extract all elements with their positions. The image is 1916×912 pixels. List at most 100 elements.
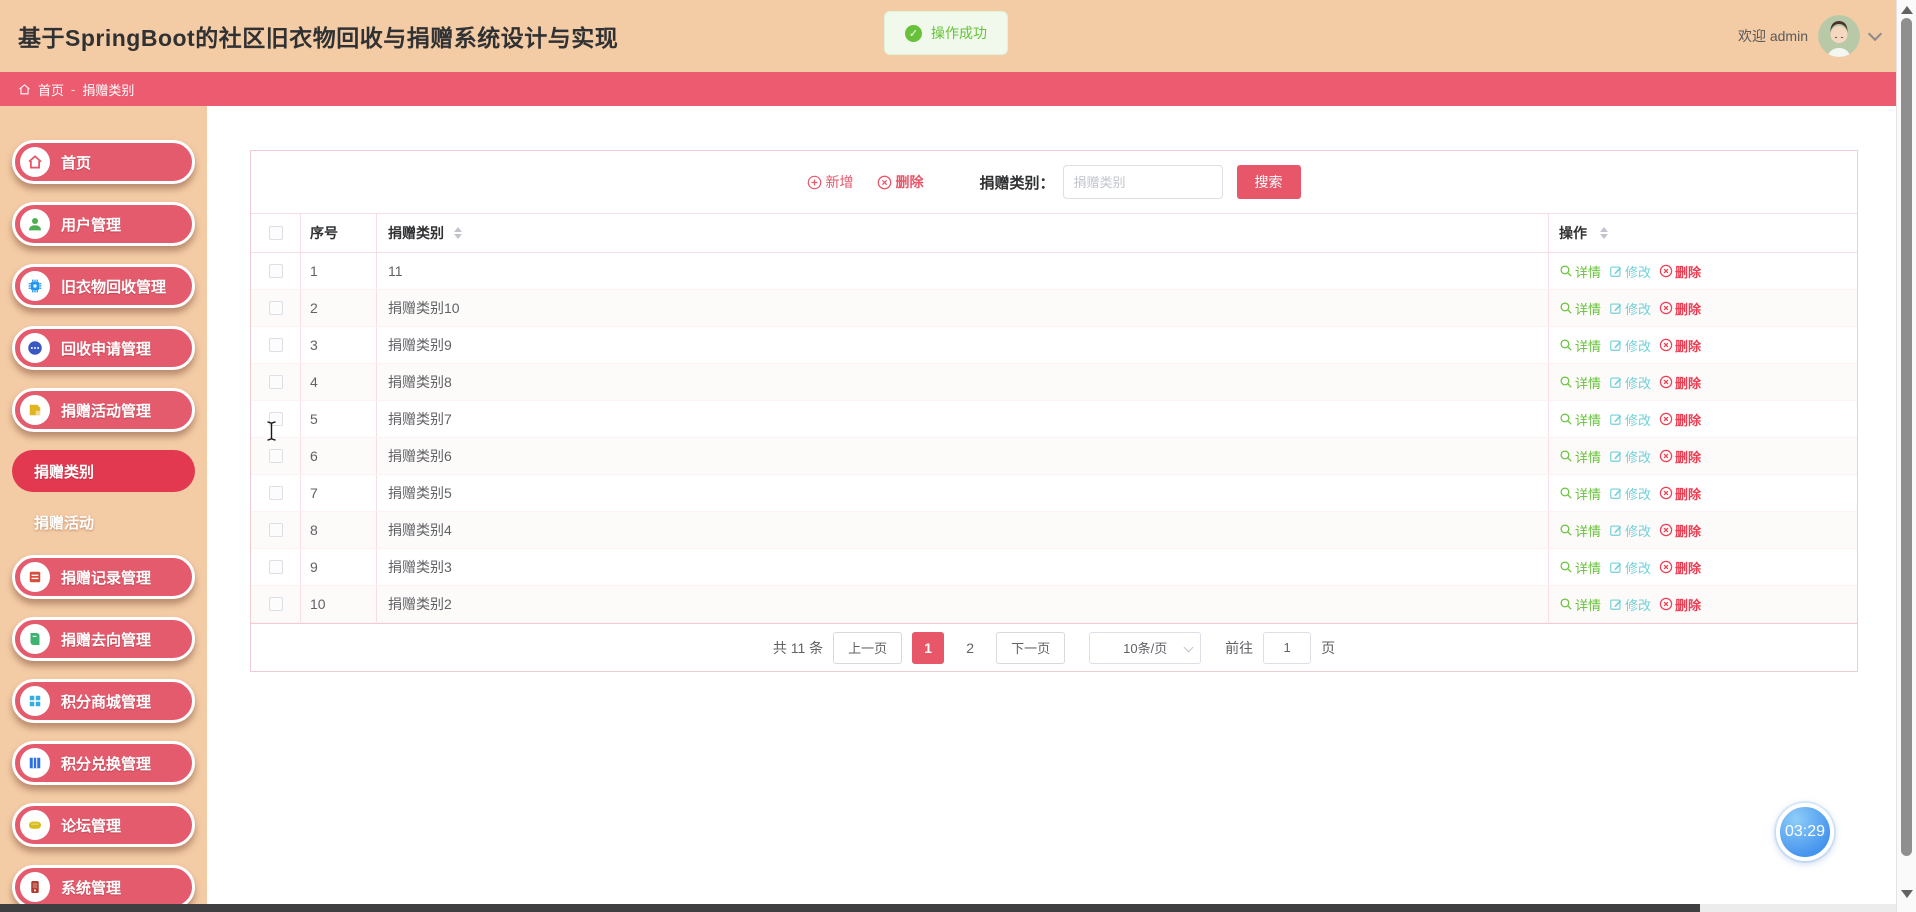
- delete-row-button[interactable]: 删除: [1659, 447, 1701, 466]
- sidebar-subitem-donation-category[interactable]: 捐赠类别: [12, 450, 195, 492]
- edit-button[interactable]: 修改: [1609, 447, 1651, 466]
- detail-button[interactable]: 详情: [1559, 299, 1601, 318]
- detail-button[interactable]: 详情: [1559, 521, 1601, 540]
- search-input[interactable]: [1062, 165, 1223, 199]
- sort-icon[interactable]: [454, 227, 462, 239]
- row-checkbox[interactable]: [268, 523, 283, 537]
- row-checkbox[interactable]: [268, 560, 283, 574]
- detail-button[interactable]: 详情: [1559, 558, 1601, 577]
- horizontal-scrollbar-thumb[interactable]: [0, 904, 1700, 912]
- x-circle-icon: [1659, 523, 1673, 537]
- clock-widget[interactable]: 03:29: [1776, 803, 1834, 861]
- delete-row-button[interactable]: 删除: [1659, 410, 1701, 429]
- home-icon: [19, 83, 30, 94]
- table-row: 6 捐赠类别6 详情 修改 删除: [251, 438, 1857, 475]
- sidebar-item-forum-management[interactable]: 论坛管理: [12, 803, 195, 847]
- clock-time: 03:29: [1784, 823, 1826, 840]
- prev-page-button[interactable]: 上一页: [833, 631, 903, 664]
- scroll-up-icon[interactable]: [1901, 6, 1913, 14]
- detail-button[interactable]: 详情: [1559, 336, 1601, 355]
- sidebar-item-label: 回收申请管理: [61, 340, 152, 358]
- edit-icon: [1610, 377, 1622, 388]
- x-circle-icon: [1659, 486, 1673, 500]
- row-index: 7: [310, 485, 318, 501]
- detail-button[interactable]: 详情: [1559, 410, 1601, 429]
- delete-row-button[interactable]: 删除: [1659, 521, 1701, 540]
- row-checkbox[interactable]: [268, 301, 283, 315]
- sidebar-item-system-management[interactable]: 系统管理: [12, 865, 195, 904]
- row-checkbox[interactable]: [268, 264, 283, 278]
- vertical-scrollbar[interactable]: [1896, 0, 1916, 912]
- page-button-1[interactable]: 1: [912, 631, 945, 664]
- row-checkbox[interactable]: [268, 597, 283, 611]
- select-all-checkbox[interactable]: [268, 226, 283, 240]
- pagination: 共 11 条 上一页 1 2 下一页 10条/页 前往 页: [251, 623, 1857, 671]
- x-circle-icon: [1659, 264, 1673, 278]
- edit-button[interactable]: 修改: [1609, 521, 1651, 540]
- vertical-scrollbar-thumb[interactable]: [1901, 18, 1912, 856]
- edit-button[interactable]: 修改: [1609, 410, 1651, 429]
- detail-button[interactable]: 详情: [1559, 484, 1601, 503]
- delete-row-button[interactable]: 删除: [1659, 595, 1701, 614]
- row-checkbox[interactable]: [268, 375, 283, 389]
- detail-button[interactable]: 详情: [1559, 373, 1601, 392]
- row-checkbox[interactable]: [268, 449, 283, 463]
- edit-button[interactable]: 修改: [1609, 484, 1651, 503]
- text-cursor: [265, 420, 278, 447]
- edit-button[interactable]: 修改: [1609, 558, 1651, 577]
- sidebar-item-points-mall-management[interactable]: 积分商城管理: [12, 679, 195, 723]
- delete-row-button[interactable]: 删除: [1659, 484, 1701, 503]
- edit-icon: [1610, 414, 1622, 425]
- row-checkbox[interactable]: [268, 338, 283, 352]
- add-button[interactable]: 新增: [807, 172, 853, 192]
- row-checkbox[interactable]: [268, 486, 283, 500]
- delete-row-button[interactable]: 删除: [1659, 558, 1701, 577]
- delete-row-button[interactable]: 删除: [1659, 299, 1701, 318]
- table-row: 8 捐赠类别4 详情 修改 删除: [251, 512, 1857, 549]
- scroll-down-icon[interactable]: [1901, 890, 1913, 898]
- sidebar-item-donation-record-management[interactable]: 捐赠记录管理: [12, 555, 195, 599]
- row-category: 11: [388, 263, 403, 279]
- table-row: 10 捐赠类别2 详情 修改 删除: [251, 586, 1857, 623]
- detail-button[interactable]: 详情: [1559, 262, 1601, 281]
- edit-button[interactable]: 修改: [1609, 373, 1651, 392]
- next-page-button[interactable]: 下一页: [996, 631, 1066, 664]
- sort-icon[interactable]: [1600, 227, 1608, 239]
- search-button[interactable]: 搜索: [1236, 165, 1301, 199]
- x-circle-icon: [1659, 412, 1673, 426]
- sidebar-item-donation-activity-management[interactable]: 捐赠活动管理: [12, 388, 195, 432]
- magnifier-icon: [1560, 413, 1572, 425]
- sidebar-item-recycle-apply-management[interactable]: 回收申请管理: [12, 326, 195, 370]
- sidebar-item-user-management[interactable]: 用户管理: [12, 202, 195, 246]
- delete-row-button[interactable]: 删除: [1659, 373, 1701, 392]
- breadcrumb-home[interactable]: 首页: [38, 80, 64, 99]
- delete-row-button[interactable]: 删除: [1659, 262, 1701, 281]
- main-content: 新增 删除 捐赠类别： 搜索 序号 捐赠类别 操作: [207, 106, 1896, 904]
- horizontal-scrollbar[interactable]: [0, 904, 1896, 912]
- avatar[interactable]: [1818, 15, 1860, 57]
- detail-button[interactable]: 详情: [1559, 595, 1601, 614]
- row-index: 10: [310, 596, 326, 612]
- edit-button[interactable]: 修改: [1609, 595, 1651, 614]
- page-button-2[interactable]: 2: [954, 632, 986, 664]
- user-menu[interactable]: 欢迎 admin: [1738, 0, 1883, 72]
- sidebar-item-donation-destination-management[interactable]: 捐赠去向管理: [12, 617, 195, 661]
- edit-button[interactable]: 修改: [1609, 336, 1651, 355]
- delete-row-button[interactable]: 删除: [1659, 336, 1701, 355]
- breadcrumb-current: 捐赠类别: [82, 82, 135, 98]
- column-header-index: 序号: [310, 225, 338, 241]
- x-circle-icon: [1659, 338, 1673, 352]
- detail-button[interactable]: 详情: [1559, 447, 1601, 466]
- page-size-select[interactable]: 10条/页: [1089, 631, 1202, 664]
- sidebar-item-home[interactable]: 首页: [12, 140, 195, 184]
- breadcrumb-separator: -: [71, 81, 76, 97]
- delete-button[interactable]: 删除: [877, 172, 923, 192]
- edit-button[interactable]: 修改: [1609, 299, 1651, 318]
- goto-page-input[interactable]: [1263, 631, 1312, 664]
- table-row: 4 捐赠类别8 详情 修改 删除: [251, 364, 1857, 401]
- sidebar-item-points-exchange-management[interactable]: 积分兑换管理: [12, 741, 195, 785]
- sidebar-item-clothes-recycle-management[interactable]: 旧衣物回收管理: [12, 264, 195, 308]
- sidebar-item-label: 首页: [61, 154, 92, 172]
- sidebar-subitem-donation-activity[interactable]: 捐赠活动: [12, 512, 195, 533]
- edit-button[interactable]: 修改: [1609, 262, 1651, 281]
